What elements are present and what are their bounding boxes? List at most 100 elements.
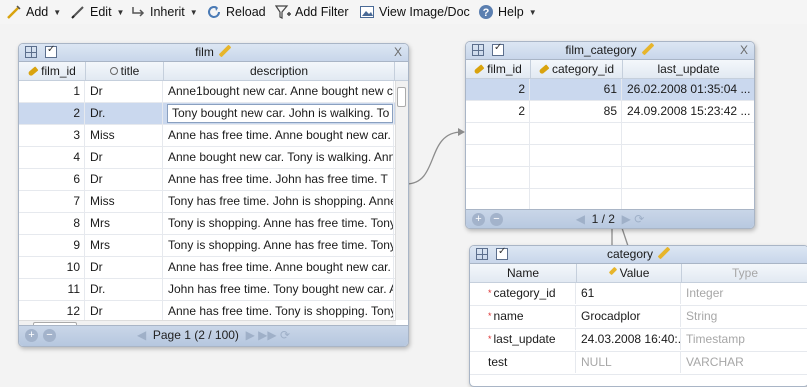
column-header-last-update[interactable]: last_update	[623, 60, 754, 78]
window-title-bar[interactable]: film_category X	[466, 42, 754, 60]
column-header-value[interactable]: Value	[577, 264, 682, 282]
next-page-icon[interactable]: ▶	[622, 212, 631, 226]
reload-icon	[206, 4, 222, 20]
title-cell[interactable]: Dr.	[86, 103, 163, 124]
description-cell[interactable]: Anne bought new car. Tony is walking. An…	[164, 147, 394, 168]
film-id-cell[interactable]: 4	[19, 147, 85, 168]
film-id-cell[interactable]: 11	[19, 279, 85, 300]
field-value-cell[interactable]: Grocadplor	[577, 306, 681, 327]
last-update-cell[interactable]: 26.02.2008 01:35:04 ...	[623, 79, 754, 100]
field-value-cell[interactable]: 24.03.2008 16:40:...	[577, 329, 681, 350]
film-id-cell[interactable]: 9	[19, 235, 85, 256]
help-menu-button[interactable]: ? Help ▼	[478, 3, 537, 21]
description-cell[interactable]: Tony bought new car. John is walking. To	[164, 103, 394, 124]
table-row[interactable]: 2 61 26.02.2008 01:35:04 ...	[466, 79, 754, 101]
title-cell[interactable]: Mrs	[86, 213, 163, 234]
table-row[interactable]: 2 Dr. Tony bought new car. John is walking…	[19, 103, 396, 125]
title-cell[interactable]: Dr	[86, 169, 163, 190]
refresh-icon[interactable]: ⟳	[280, 328, 290, 342]
table-row[interactable]: 7 Miss Tony has free time. John is shoppin…	[19, 191, 396, 213]
last-update-cell[interactable]: 24.09.2008 15:23:42 ...	[623, 101, 754, 122]
field-row[interactable]: test NULL VARCHAR	[470, 352, 807, 375]
film-id-cell[interactable]: 10	[19, 257, 85, 278]
table-row[interactable]: 1 Dr Anne1bought new car. Anne bought new …	[19, 81, 396, 103]
film-id-cell[interactable]: 2	[19, 103, 85, 124]
table-row[interactable]: 3 Miss Anne has free time. Anne bought new…	[19, 125, 396, 147]
close-icon[interactable]: X	[394, 45, 402, 59]
film-id-cell[interactable]: 2	[466, 79, 530, 100]
diagram-canvas[interactable]: film X film_id title description 1DrAnne…	[0, 24, 807, 387]
title-cell[interactable]: Mrs	[86, 235, 163, 256]
window-title-bar[interactable]: category	[470, 246, 807, 264]
field-row[interactable]: * category_id 61 Integer	[470, 283, 807, 306]
last-page-icon[interactable]: ▶▶	[258, 328, 276, 342]
column-header-type[interactable]: Type	[682, 264, 807, 282]
description-cell[interactable]: Anne1bought new car. Anne bought new c	[164, 81, 394, 102]
title-cell[interactable]: Dr	[86, 301, 163, 320]
vertical-scrollbar[interactable]	[395, 81, 408, 320]
film-id-cell[interactable]: 8	[19, 213, 85, 234]
previous-page-icon[interactable]: ◀	[137, 328, 146, 342]
table-row[interactable]: 9 Mrs Tony is shopping. Anne has free time…	[19, 235, 396, 257]
film-id-cell[interactable]: 3	[19, 125, 85, 146]
view-image-doc-button[interactable]: View Image/Doc	[359, 3, 470, 21]
edit-pencil-icon[interactable]	[218, 44, 232, 58]
description-cell[interactable]: Anne has free time. Anne bought new car.	[164, 257, 394, 278]
description-cell[interactable]: Anne has free time. Tony is shopping. To…	[164, 301, 394, 320]
table-row[interactable]: 12 Dr Anne has free time. Tony is shopping…	[19, 301, 396, 320]
inherit-menu-button[interactable]: Inherit ▼	[130, 3, 198, 21]
film-id-cell[interactable]: 1	[19, 81, 85, 102]
column-header-description[interactable]: description	[164, 62, 395, 80]
column-header-category-id[interactable]: category_id	[531, 60, 623, 78]
vertical-scroll-thumb[interactable]	[397, 87, 406, 107]
window-title-bar[interactable]: film X	[19, 44, 408, 62]
category-id-cell[interactable]: 61	[531, 79, 622, 100]
description-cell[interactable]: Tony is shopping. Anne has free time. To…	[164, 213, 394, 234]
description-cell[interactable]: Anne has free time. Anne bought new car.	[164, 125, 394, 146]
description-cell[interactable]: Tony has free time. John is shopping. An…	[164, 191, 394, 212]
field-row[interactable]: * name Grocadplor String	[470, 306, 807, 329]
column-header-name[interactable]: Name	[470, 264, 577, 282]
category-id-cell[interactable]: 85	[531, 101, 622, 122]
table-row[interactable]: 6 Dr Anne has free time. John has free tim…	[19, 169, 396, 191]
add-filter-button[interactable]: Add Filter	[274, 3, 349, 21]
title-cell[interactable]: Dr	[86, 147, 163, 168]
title-cell[interactable]: Dr	[86, 81, 163, 102]
film-id-cell[interactable]: 12	[19, 301, 85, 320]
film-category-table-window[interactable]: film_category X film_id category_id last…	[465, 41, 755, 229]
edit-menu-button[interactable]: Edit ▼	[70, 3, 124, 21]
add-menu-button[interactable]: Add ▼	[6, 3, 61, 21]
film-id-cell[interactable]: 7	[19, 191, 85, 212]
field-row[interactable]: * last_update 24.03.2008 16:40:... Timestam…	[470, 329, 807, 352]
table-row[interactable]: 10 Dr Anne has free time. Anne bought new …	[19, 257, 396, 279]
description-cell[interactable]: John has free time. Tony bought new car.…	[164, 279, 394, 300]
description-cell[interactable]: Anne has free time. John has free time. …	[164, 169, 394, 190]
description-cell[interactable]: Tony is shopping. Anne has free time. To…	[164, 235, 394, 256]
edit-pencil-icon[interactable]	[641, 42, 655, 56]
description-editor-input[interactable]: Tony bought new car. John is walking. To	[167, 104, 393, 123]
column-header-film-id[interactable]: film_id	[19, 62, 86, 80]
film-id-cell[interactable]: 2	[466, 101, 530, 122]
page-indicator: 1 / 2	[591, 212, 615, 226]
close-icon[interactable]: X	[740, 43, 748, 57]
title-cell[interactable]: Dr.	[86, 279, 163, 300]
refresh-icon[interactable]: ⟳	[634, 212, 644, 226]
edit-pencil-icon[interactable]	[657, 246, 671, 260]
table-row[interactable]: 8 Mrs Tony is shopping. Anne has free time…	[19, 213, 396, 235]
field-value-cell[interactable]: 61	[577, 283, 681, 304]
film-id-cell[interactable]: 6	[19, 169, 85, 190]
table-row[interactable]: 2 85 24.09.2008 15:23:42 ...	[466, 101, 754, 123]
reload-button[interactable]: Reload	[206, 3, 266, 21]
category-record-window[interactable]: category Name Value Type *category_id61I…	[469, 245, 807, 387]
table-row[interactable]: 11 Dr. John has free time. Tony bought new…	[19, 279, 396, 301]
table-row[interactable]: 4 Dr Anne bought new car. Tony is walking.…	[19, 147, 396, 169]
column-header-film-id[interactable]: film_id	[466, 60, 531, 78]
field-value-cell[interactable]: NULL	[577, 352, 681, 373]
previous-page-icon[interactable]: ◀	[576, 212, 585, 226]
title-cell[interactable]: Miss	[86, 191, 163, 212]
title-cell[interactable]: Miss	[86, 125, 163, 146]
next-page-icon[interactable]: ▶	[246, 328, 255, 342]
film-table-window[interactable]: film X film_id title description 1DrAnne…	[18, 43, 409, 347]
title-cell[interactable]: Dr	[86, 257, 163, 278]
column-header-title[interactable]: title	[86, 62, 164, 80]
